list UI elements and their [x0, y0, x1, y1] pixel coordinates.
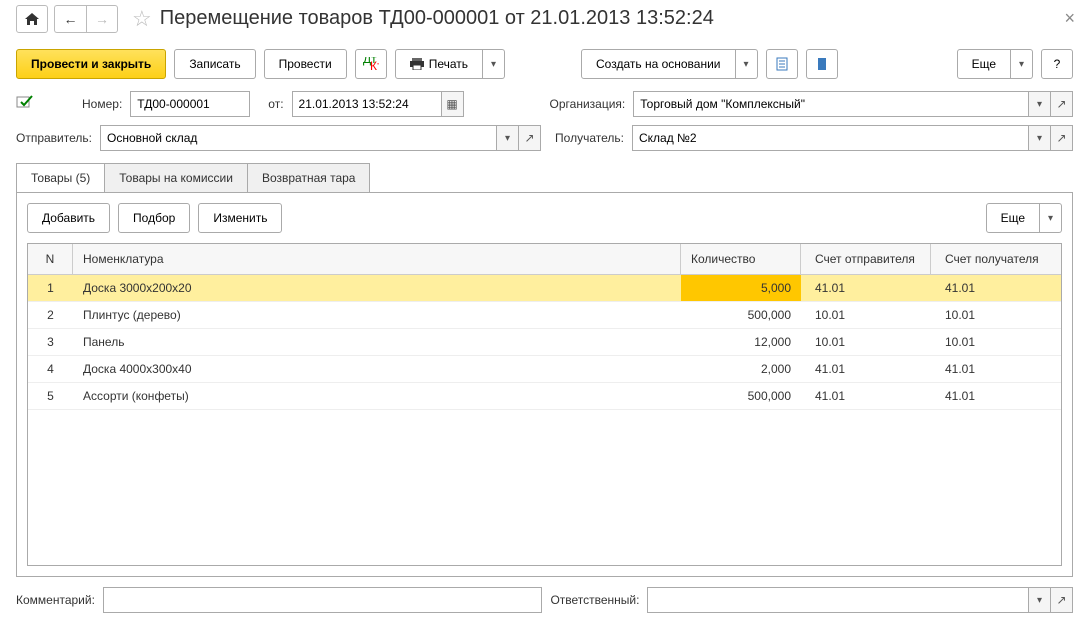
row-quantity[interactable]: 500,000 [681, 302, 801, 328]
row-account-receiver: 41.01 [931, 275, 1061, 301]
row-account-sender: 41.01 [801, 383, 931, 409]
row-quantity[interactable]: 5,000 [681, 275, 801, 301]
tab-more-dropdown[interactable] [1040, 203, 1062, 233]
dt-kt-icon: ДтКт [363, 57, 379, 71]
save-button[interactable]: Записать [174, 49, 255, 79]
receiver-dropdown-button[interactable] [1029, 125, 1051, 151]
row-n: 3 [28, 329, 73, 355]
row-n: 4 [28, 356, 73, 382]
row-account-sender: 41.01 [801, 356, 931, 382]
sender-input[interactable] [100, 125, 497, 151]
row-nomenclature: Ассорти (конфеты) [73, 383, 681, 409]
responsible-input[interactable] [647, 587, 1029, 613]
home-button[interactable] [16, 5, 48, 33]
org-label: Организация: [550, 97, 626, 111]
create-based-button[interactable]: Создать на основании [581, 49, 736, 79]
tab-more-button[interactable]: Еще [986, 203, 1040, 233]
row-quantity[interactable]: 500,000 [681, 383, 801, 409]
row-quantity[interactable]: 2,000 [681, 356, 801, 382]
receiver-label: Получатель: [555, 131, 624, 145]
arrow-left-icon: ← [64, 11, 78, 27]
row-nomenclature: Панель [73, 329, 681, 355]
forward-button[interactable]: → [86, 5, 118, 33]
add-button[interactable]: Добавить [27, 203, 110, 233]
responsible-dropdown-button[interactable] [1029, 587, 1051, 613]
responsible-open-button[interactable]: ↗ [1051, 587, 1073, 613]
back-button[interactable]: ← [54, 5, 86, 33]
org-open-button[interactable]: ↗ [1051, 91, 1073, 117]
favorite-star-icon[interactable]: ☆ [132, 6, 152, 32]
create-based-dropdown[interactable] [736, 49, 758, 79]
table-row[interactable]: 4Доска 4000х300х402,00041.0141.01 [28, 356, 1061, 383]
col-n[interactable]: N [28, 244, 73, 274]
printer-icon [410, 58, 424, 70]
print-button[interactable]: Печать [395, 49, 483, 79]
report-icon [775, 57, 789, 71]
number-label: Номер: [82, 97, 122, 111]
row-n: 2 [28, 302, 73, 328]
goods-table: N Номенклатура Количество Счет отправите… [27, 243, 1062, 566]
row-account-sender: 41.01 [801, 275, 931, 301]
table-row[interactable]: 1Доска 3000х200х205,00041.0141.01 [28, 275, 1061, 302]
col-quantity[interactable]: Количество [681, 244, 801, 274]
report-button[interactable] [766, 49, 798, 79]
col-nomenclature[interactable]: Номенклатура [73, 244, 681, 274]
sender-label: Отправитель: [16, 131, 92, 145]
row-nomenclature: Доска 4000х300х40 [73, 356, 681, 382]
sender-dropdown-button[interactable] [497, 125, 519, 151]
calendar-icon: ▦ [446, 97, 457, 111]
row-nomenclature: Плинтус (дерево) [73, 302, 681, 328]
row-account-receiver: 41.01 [931, 383, 1061, 409]
number-input[interactable] [130, 91, 250, 117]
row-n: 5 [28, 383, 73, 409]
table-row[interactable]: 3Панель12,00010.0110.01 [28, 329, 1061, 356]
post-button[interactable]: Провести [264, 49, 347, 79]
responsible-label: Ответственный: [550, 593, 639, 607]
org-dropdown-button[interactable] [1029, 91, 1051, 117]
page-title: Перемещение товаров ТД00-000001 от 21.01… [160, 7, 714, 30]
table-row[interactable]: 2Плинтус (дерево)500,00010.0110.01 [28, 302, 1061, 329]
structure-button[interactable] [806, 49, 838, 79]
comment-label: Комментарий: [16, 593, 95, 607]
tab-commission[interactable]: Товары на комиссии [104, 163, 248, 192]
row-nomenclature: Доска 3000х200х20 [73, 275, 681, 301]
sender-open-button[interactable]: ↗ [519, 125, 541, 151]
row-account-sender: 10.01 [801, 329, 931, 355]
help-button[interactable]: ? [1041, 49, 1073, 79]
date-picker-button[interactable]: ▦ [442, 91, 464, 117]
open-icon: ↗ [1056, 593, 1066, 607]
svg-text:Кт: Кт [370, 59, 379, 71]
row-account-receiver: 41.01 [931, 356, 1061, 382]
tab-goods[interactable]: Товары (5) [16, 163, 105, 192]
arrow-right-icon: → [95, 11, 109, 27]
posted-status-icon [16, 94, 36, 114]
row-quantity[interactable]: 12,000 [681, 329, 801, 355]
structure-icon [815, 57, 829, 71]
row-account-receiver: 10.01 [931, 302, 1061, 328]
print-dropdown[interactable] [483, 49, 505, 79]
receiver-open-button[interactable]: ↗ [1051, 125, 1073, 151]
edit-button[interactable]: Изменить [198, 203, 282, 233]
open-icon: ↗ [1056, 97, 1066, 111]
table-row[interactable]: 5Ассорти (конфеты)500,00041.0141.01 [28, 383, 1061, 410]
row-n: 1 [28, 275, 73, 301]
dt-kt-button[interactable]: ДтКт [355, 49, 387, 79]
row-account-receiver: 10.01 [931, 329, 1061, 355]
more-dropdown[interactable] [1011, 49, 1033, 79]
row-account-sender: 10.01 [801, 302, 931, 328]
open-icon: ↗ [525, 131, 535, 145]
open-icon: ↗ [1056, 131, 1066, 145]
comment-input[interactable] [103, 587, 543, 613]
date-input[interactable] [292, 91, 442, 117]
pick-button[interactable]: Подбор [118, 203, 190, 233]
tab-return[interactable]: Возвратная тара [247, 163, 371, 192]
from-label: от: [268, 97, 283, 111]
receiver-input[interactable] [632, 125, 1029, 151]
more-button[interactable]: Еще [957, 49, 1011, 79]
close-button[interactable]: × [1060, 4, 1079, 33]
org-input[interactable] [633, 91, 1029, 117]
post-and-close-button[interactable]: Провести и закрыть [16, 49, 166, 79]
col-account-sender[interactable]: Счет отправителя [801, 244, 931, 274]
col-account-receiver[interactable]: Счет получателя [931, 244, 1061, 274]
